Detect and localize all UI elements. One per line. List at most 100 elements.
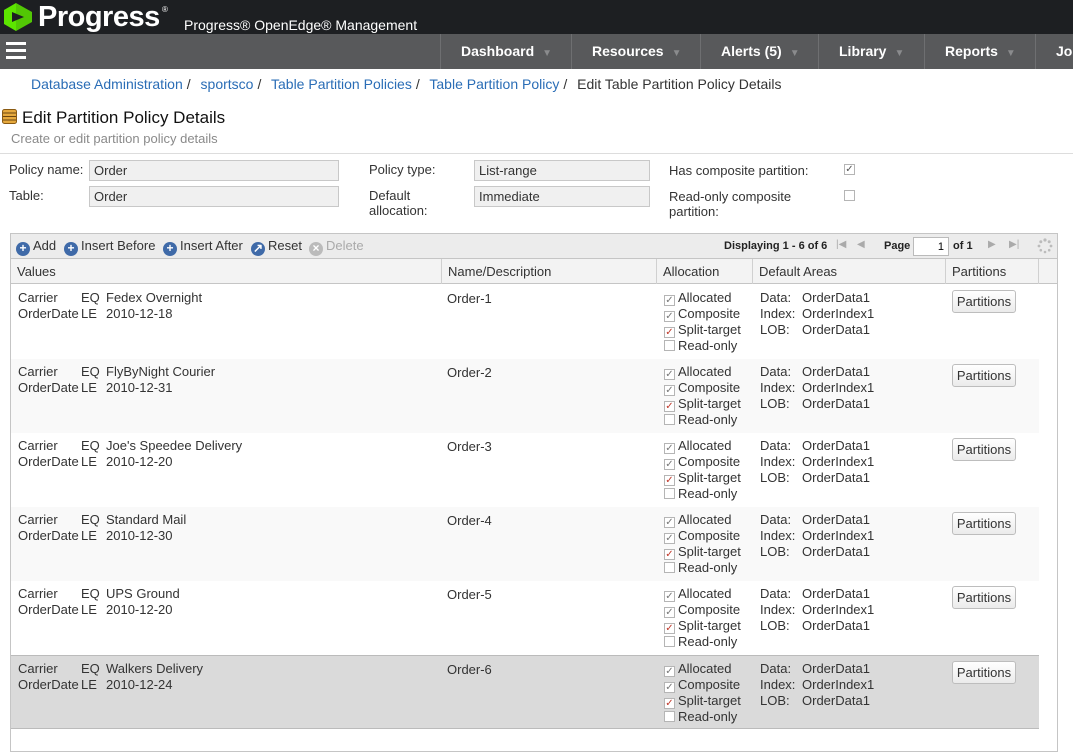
area-label-index: Index: xyxy=(760,306,796,321)
table-field[interactable] xyxy=(89,186,339,207)
page-subtitle: Create or edit partition policy details xyxy=(11,131,218,146)
table-row[interactable]: Carrier EQ Joe's Speedee Delivery OrderDate… xyxy=(11,433,1039,507)
readonly-composite-checkbox[interactable] xyxy=(844,190,855,201)
insert-before-button[interactable]: + Insert Before xyxy=(64,238,155,256)
partition-name: Order-3 xyxy=(447,439,492,454)
partitions-button[interactable]: Partitions xyxy=(952,586,1016,609)
nav-library[interactable]: Library ▼ xyxy=(818,34,924,69)
partitions-button[interactable]: Partitions xyxy=(952,290,1016,313)
split-target-option: ✓ Split-target xyxy=(664,322,741,338)
column-header-values[interactable]: Values xyxy=(11,259,442,284)
area-label-index: Index: xyxy=(760,380,796,395)
read-only-checkbox[interactable] xyxy=(664,562,675,573)
breadcrumb-table-partition-policy[interactable]: Table Partition Policy xyxy=(429,76,559,92)
read-only-checkbox[interactable] xyxy=(664,340,675,351)
add-icon: + xyxy=(16,242,30,256)
value-text: 2010-12-20 xyxy=(106,602,173,617)
allocated-checkbox[interactable]: ✓ xyxy=(664,517,675,528)
nav-reports[interactable]: Reports ▼ xyxy=(924,34,1035,69)
area-data-value: OrderData1 xyxy=(802,512,870,527)
nav-alerts[interactable]: Alerts (5) ▼ xyxy=(700,34,818,69)
add-icon: + xyxy=(64,242,78,256)
split-target-checkbox[interactable]: ✓ xyxy=(664,475,675,486)
column-header-allocation[interactable]: Allocation xyxy=(657,259,753,284)
refresh-icon[interactable] xyxy=(1037,238,1053,254)
table-row[interactable]: Carrier EQ Standard Mail OrderDate LE 2010-12… xyxy=(11,507,1039,581)
composite-checkbox[interactable]: ✓ xyxy=(664,459,675,470)
column-header-partitions[interactable]: Partitions xyxy=(946,259,1039,284)
table-row[interactable]: Carrier EQ UPS Ground OrderDate LE 2010-12-20… xyxy=(11,581,1039,655)
delete-button[interactable]: × Delete xyxy=(309,238,364,256)
partitions-button[interactable]: Partitions xyxy=(952,512,1016,535)
allocated-checkbox[interactable]: ✓ xyxy=(664,666,675,677)
composite-checkbox[interactable]: ✓ xyxy=(664,607,675,618)
read-only-checkbox[interactable] xyxy=(664,414,675,425)
prev-page-icon[interactable]: ◀ xyxy=(857,239,865,250)
composite-partition-checkbox[interactable]: ✓ xyxy=(844,164,855,175)
table-row[interactable]: Carrier EQ FlyByNight Courier OrderDate LE 20… xyxy=(11,359,1039,433)
value-col-name: OrderDate xyxy=(18,602,79,617)
partition-name: Order-2 xyxy=(447,365,492,380)
allocated-checkbox[interactable]: ✓ xyxy=(664,295,675,306)
column-header-default-areas[interactable]: Default Areas xyxy=(753,259,946,284)
partitions-button[interactable]: Partitions xyxy=(952,364,1016,387)
insert-after-button[interactable]: + Insert After xyxy=(163,238,243,256)
nav-jobs[interactable]: Jo xyxy=(1035,34,1073,69)
add-icon: + xyxy=(163,242,177,256)
allocated-checkbox[interactable]: ✓ xyxy=(664,369,675,380)
page-label: Page xyxy=(884,240,911,252)
reset-button[interactable]: ↗ Reset xyxy=(251,238,302,256)
allocated-option: ✓ Allocated xyxy=(664,290,732,306)
breadcrumb-table-partition-policies[interactable]: Table Partition Policies xyxy=(271,76,412,92)
table-row[interactable]: Carrier EQ Fedex Overnight OrderDate LE 2010-… xyxy=(11,285,1039,359)
read-only-checkbox[interactable] xyxy=(664,488,675,499)
read-only-option: Read-only xyxy=(664,709,737,725)
composite-option: ✓ Composite xyxy=(664,454,741,470)
value-operator: LE xyxy=(81,306,97,321)
value-operator: EQ xyxy=(81,661,100,676)
partitions-button[interactable]: Partitions xyxy=(952,438,1016,461)
value-operator: LE xyxy=(81,602,97,617)
split-target-checkbox[interactable]: ✓ xyxy=(664,327,675,338)
partitions-button[interactable]: Partitions xyxy=(952,661,1016,684)
allocated-checkbox[interactable]: ✓ xyxy=(664,591,675,602)
split-target-checkbox[interactable]: ✓ xyxy=(664,698,675,709)
split-target-checkbox[interactable]: ✓ xyxy=(664,549,675,560)
policy-type-field[interactable] xyxy=(474,160,650,181)
table-row[interactable]: Carrier EQ Walkers Delivery OrderDate LE 2010… xyxy=(11,655,1039,729)
logo-registered-mark: ® xyxy=(162,5,168,14)
allocated-checkbox[interactable]: ✓ xyxy=(664,443,675,454)
hamburger-menu-icon[interactable] xyxy=(6,42,28,60)
nav-resources[interactable]: Resources ▼ xyxy=(571,34,700,69)
value-col-name: Carrier xyxy=(18,661,58,676)
policy-name-field[interactable] xyxy=(89,160,339,181)
split-target-option: ✓ Split-target xyxy=(664,693,741,709)
split-target-checkbox[interactable]: ✓ xyxy=(664,623,675,634)
add-button[interactable]: + Add xyxy=(16,238,56,256)
value-text: UPS Ground xyxy=(106,586,180,601)
nav-dashboard[interactable]: Dashboard ▼ xyxy=(440,34,571,69)
area-lob-value: OrderData1 xyxy=(802,544,870,559)
first-page-icon[interactable]: |◀ xyxy=(836,239,846,250)
read-only-checkbox[interactable] xyxy=(664,636,675,647)
area-index-value: OrderIndex1 xyxy=(802,677,875,692)
page-number-input[interactable] xyxy=(913,237,949,256)
area-lob-value: OrderData1 xyxy=(802,470,870,485)
partition-name: Order-4 xyxy=(447,513,492,528)
column-header-name[interactable]: Name/Description xyxy=(442,259,657,284)
read-only-checkbox[interactable] xyxy=(664,711,675,722)
area-label-data: Data: xyxy=(760,290,792,305)
area-label-lob: LOB: xyxy=(760,544,790,559)
breadcrumb-database-administration[interactable]: Database Administration xyxy=(31,76,183,92)
composite-checkbox[interactable]: ✓ xyxy=(664,682,675,693)
default-allocation-field[interactable] xyxy=(474,186,650,207)
composite-checkbox[interactable]: ✓ xyxy=(664,311,675,322)
breadcrumb-sportsco[interactable]: sportsco xyxy=(201,76,254,92)
last-page-icon[interactable]: ▶| xyxy=(1009,239,1019,250)
divider xyxy=(0,153,1073,154)
composite-checkbox[interactable]: ✓ xyxy=(664,385,675,396)
value-operator: LE xyxy=(81,454,97,469)
composite-checkbox[interactable]: ✓ xyxy=(664,533,675,544)
next-page-icon[interactable]: ▶ xyxy=(988,239,996,250)
split-target-checkbox[interactable]: ✓ xyxy=(664,401,675,412)
